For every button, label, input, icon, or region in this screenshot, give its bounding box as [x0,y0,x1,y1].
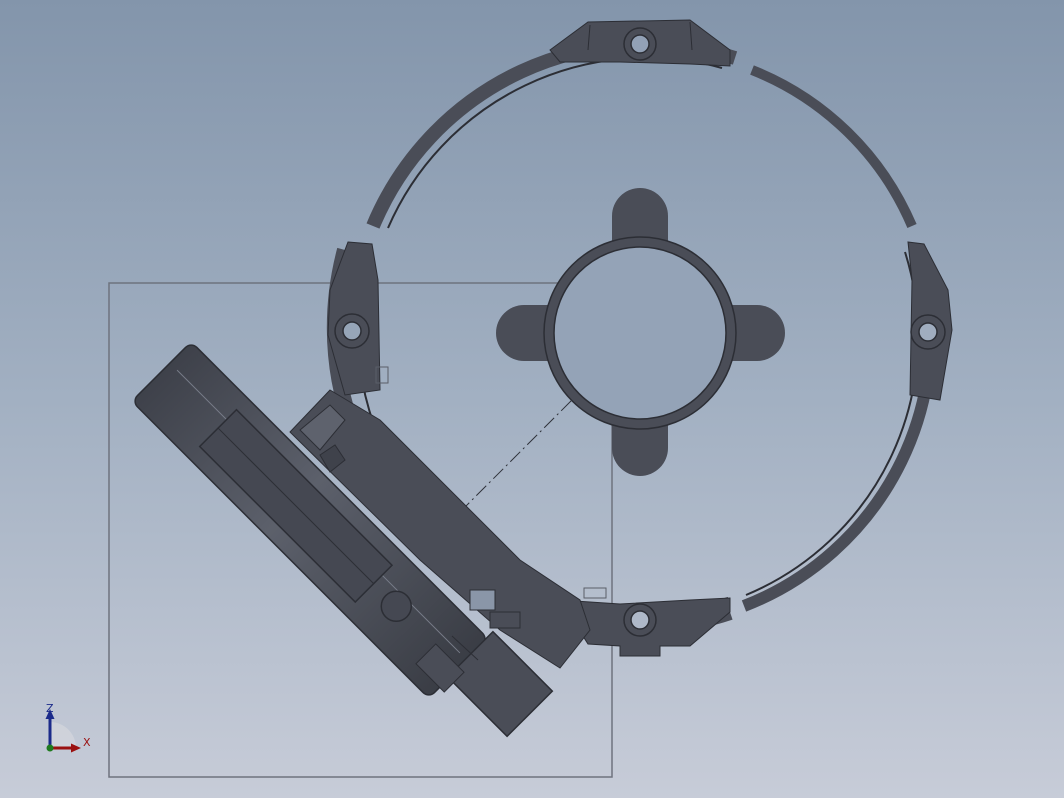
triad-z-label: Z [46,702,54,715]
center-hub[interactable] [496,188,785,476]
orientation-triad[interactable]: Z X [45,702,92,753]
cad-3d-viewport[interactable]: Z X [0,0,1064,798]
mounting-tab-top[interactable] [549,19,731,67]
model-view[interactable]: Z X [0,0,1064,798]
triad-x-label: X [83,736,91,749]
ring-segment-top-left[interactable] [366,37,738,229]
mounting-hole [918,322,938,342]
mounting-hole [342,321,362,341]
mounting-hole [630,610,650,630]
mounting-tab-right[interactable] [907,241,953,401]
mounting-hole [630,34,650,54]
hub-bore [553,246,727,420]
ring-segment-top-right[interactable] [750,65,917,228]
